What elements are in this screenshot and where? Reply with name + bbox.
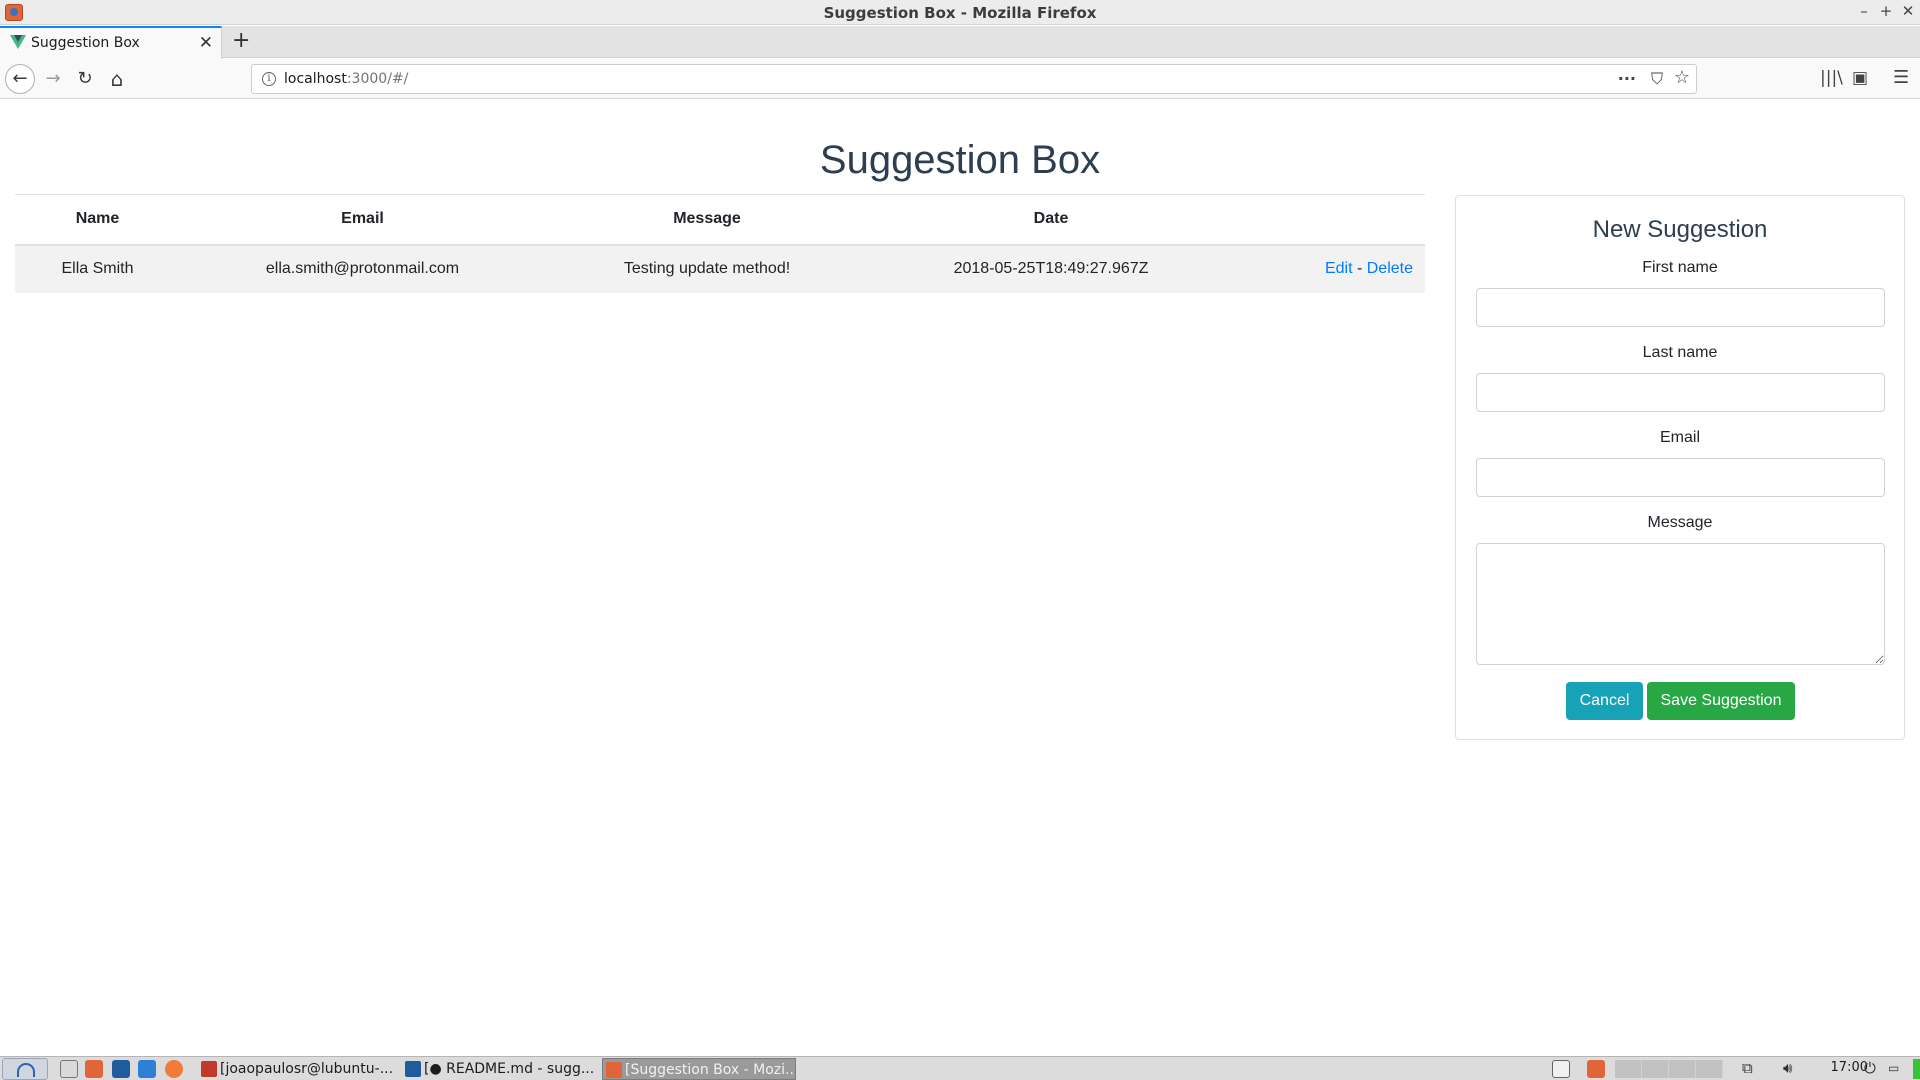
url-text[interactable]: localhost:3000/#/ bbox=[284, 71, 408, 87]
navigation-toolbar: ← → ↻ ⌂ i localhost:3000/#/ ··· ⛉ ☆ |||\… bbox=[0, 59, 1920, 99]
bookmark-star-icon[interactable]: ☆ bbox=[1674, 67, 1690, 88]
new-tab-button[interactable]: + bbox=[232, 28, 250, 53]
network-icon[interactable]: ⧉ bbox=[1742, 1059, 1753, 1077]
terminal-icon bbox=[201, 1061, 217, 1077]
email-input[interactable] bbox=[1476, 458, 1885, 497]
first-name-input[interactable] bbox=[1476, 288, 1885, 327]
header-actions bbox=[1233, 194, 1425, 246]
suggestions-table-container: Name Email Message Date Ella Smith ella.… bbox=[15, 194, 1425, 293]
firefox-tray-icon[interactable] bbox=[1587, 1060, 1605, 1078]
forward-button[interactable]: → bbox=[39, 65, 67, 93]
table-row: Ella Smith ella.smith@protonmail.com Tes… bbox=[15, 244, 1425, 293]
volume-icon[interactable]: 🔊︎ bbox=[1783, 1059, 1792, 1077]
action-separator: - bbox=[1352, 260, 1367, 277]
close-window-icon[interactable]: ✕ bbox=[1898, 2, 1918, 20]
vscode-icon bbox=[405, 1061, 421, 1077]
delete-link[interactable]: Delete bbox=[1367, 260, 1413, 277]
battery-icon: ▭ bbox=[1888, 1061, 1900, 1075]
file-manager-icon[interactable] bbox=[60, 1060, 78, 1078]
new-suggestion-card: New Suggestion First name Last name Emai… bbox=[1455, 195, 1905, 740]
cell-actions: Edit - Delete bbox=[1233, 244, 1425, 293]
firefox-icon bbox=[606, 1062, 622, 1078]
vscode-launcher-icon[interactable] bbox=[112, 1060, 130, 1078]
header-date: Date bbox=[869, 194, 1233, 246]
email-label: Email bbox=[1659, 429, 1700, 446]
last-name-input[interactable] bbox=[1476, 373, 1885, 412]
site-info-icon[interactable]: i bbox=[262, 72, 276, 86]
vue-favicon-icon bbox=[10, 35, 26, 49]
task-firefox[interactable]: [Suggestion Box - Mozi... bbox=[602, 1058, 796, 1080]
page-actions-icon[interactable]: ··· bbox=[1618, 69, 1636, 88]
tab-suggestion-box[interactable]: Suggestion Box ✕ bbox=[0, 26, 222, 59]
url-path: :3000/#/ bbox=[346, 71, 409, 87]
suggestions-table: Name Email Message Date Ella Smith ella.… bbox=[15, 194, 1425, 293]
message-label: Message bbox=[1647, 514, 1713, 531]
minimize-icon[interactable]: – bbox=[1854, 2, 1874, 20]
tab-close-icon[interactable]: ✕ bbox=[199, 33, 213, 53]
header-name: Name bbox=[15, 194, 180, 246]
task-label: [● README.md - sugg... bbox=[424, 1061, 595, 1077]
message-textarea[interactable] bbox=[1476, 543, 1885, 665]
cancel-button[interactable]: Cancel bbox=[1566, 682, 1643, 720]
postman-launcher-icon[interactable] bbox=[165, 1060, 183, 1078]
task-label: [Suggestion Box - Mozi... bbox=[625, 1062, 796, 1078]
webstorm-launcher-icon[interactable] bbox=[138, 1060, 156, 1078]
pocket-icon[interactable]: ⛉ bbox=[1651, 69, 1663, 89]
window-titlebar: Suggestion Box - Mozilla Firefox – + ✕ bbox=[0, 0, 1920, 25]
form-title: New Suggestion bbox=[1592, 216, 1768, 243]
tab-title: Suggestion Box bbox=[31, 35, 140, 51]
library-icon[interactable]: |||\ bbox=[1820, 68, 1843, 88]
sidebar-icon[interactable]: ▣ bbox=[1852, 68, 1868, 88]
task-vscode[interactable]: [● README.md - sugg... bbox=[402, 1058, 598, 1080]
clock[interactable]: 17:00 bbox=[1831, 1060, 1868, 1075]
start-menu-button[interactable] bbox=[2, 1058, 48, 1080]
battery-level-indicator bbox=[1913, 1059, 1920, 1079]
window-title: Suggestion Box - Mozilla Firefox bbox=[823, 4, 1097, 22]
save-suggestion-button[interactable]: Save Suggestion bbox=[1647, 682, 1795, 720]
power-icon[interactable]: ⏻ bbox=[1864, 1059, 1876, 1077]
page-content: Suggestion Box Name Email Message Date E… bbox=[0, 100, 1920, 1057]
firefox-launcher-icon[interactable] bbox=[85, 1060, 103, 1078]
tab-strip: Suggestion Box ✕ + bbox=[0, 26, 1920, 59]
last-name-label: Last name bbox=[1642, 344, 1718, 361]
task-terminal[interactable]: [joaopaulosr@lubuntu-... bbox=[198, 1058, 398, 1080]
cell-name: Ella Smith bbox=[15, 244, 180, 293]
cpu-monitor-graph bbox=[1615, 1060, 1723, 1078]
cell-message: Testing update method! bbox=[545, 244, 869, 293]
maximize-icon[interactable]: + bbox=[1876, 2, 1896, 20]
table-header-row: Name Email Message Date bbox=[15, 194, 1425, 246]
home-button[interactable]: ⌂ bbox=[103, 65, 131, 93]
task-label: [joaopaulosr@lubuntu-... bbox=[220, 1061, 394, 1077]
taskbar: [joaopaulosr@lubuntu-... [● README.md - … bbox=[0, 1056, 1920, 1080]
header-email: Email bbox=[180, 194, 545, 246]
header-message: Message bbox=[545, 194, 869, 246]
first-name-label: First name bbox=[1642, 259, 1718, 276]
url-host: localhost bbox=[284, 71, 347, 87]
url-bar[interactable]: i localhost:3000/#/ ··· ⛉ ☆ bbox=[251, 64, 1697, 94]
cell-email: ella.smith@protonmail.com bbox=[180, 244, 545, 293]
edit-link[interactable]: Edit bbox=[1325, 260, 1353, 277]
page-title: Suggestion Box bbox=[819, 138, 1101, 182]
desktop-switcher-icon[interactable] bbox=[1552, 1060, 1570, 1078]
hamburger-menu-icon[interactable]: ☰ bbox=[1893, 67, 1909, 88]
back-button[interactable]: ← bbox=[5, 64, 35, 94]
reload-button[interactable]: ↻ bbox=[71, 65, 99, 93]
cell-date: 2018-05-25T18:49:27.967Z bbox=[869, 244, 1233, 293]
